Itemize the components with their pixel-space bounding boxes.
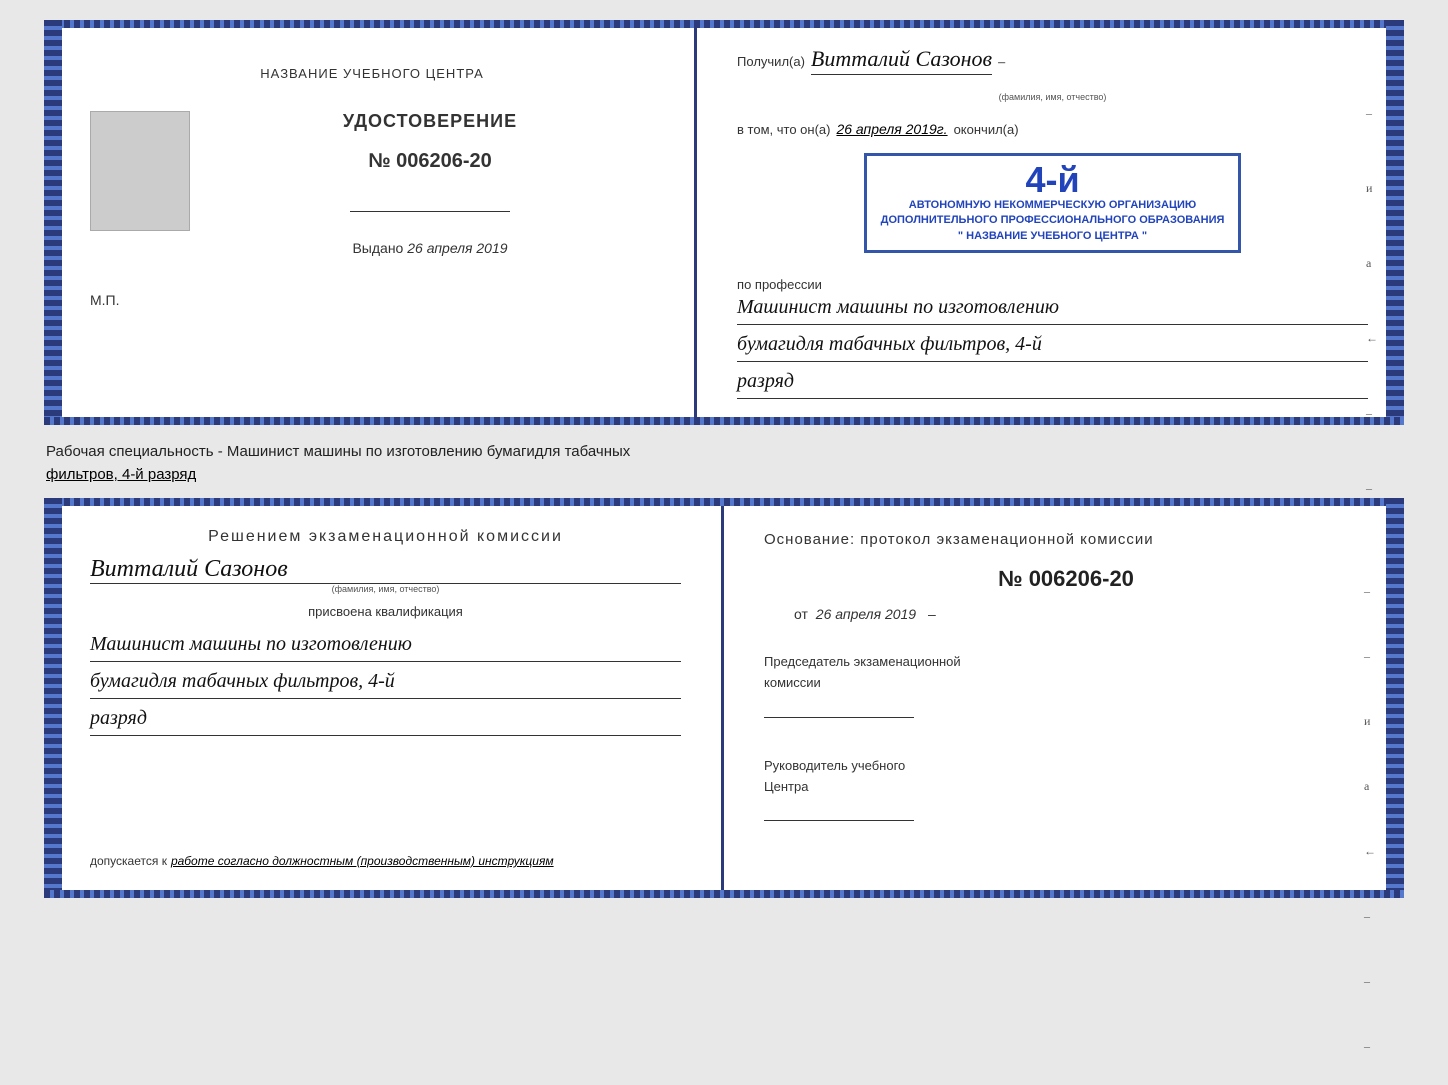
bottom-side-labels: – – и а ← – – – xyxy=(1364,584,1376,1054)
udostoverenie-label: УДОСТОВЕРЕНИЕ xyxy=(343,111,517,132)
po-professii-label: по профессии xyxy=(737,277,1368,292)
resheniem-title: Решением экзаменационной комиссии xyxy=(90,528,681,546)
dopusk-line: допускается к работе согласно должностны… xyxy=(90,854,681,868)
dash1: – xyxy=(998,55,1005,71)
b-dash4: – xyxy=(1364,974,1376,989)
bottom-left-border-bar xyxy=(44,498,62,898)
bottom-recipient-name: Витталий Сазонов xyxy=(90,556,681,584)
bottom-right-border-bar xyxy=(1386,498,1404,898)
diploma-right-panel: Получил(а) Витталий Сазонов – (фамилия, … xyxy=(697,26,1398,419)
osnovanie-text: Основание: протокол экзаменационной коми… xyxy=(764,528,1368,552)
stamp-line3: " НАЗВАНИЕ УЧЕБНОГО ЦЕНТРА " xyxy=(881,229,1225,244)
qual-line2: бумагидля табачных фильтров, 4-й xyxy=(90,666,681,699)
mp-label: М.П. xyxy=(90,292,120,308)
ot-date: 26 апреля 2019 xyxy=(816,606,916,622)
specialty-text: Рабочая специальность - Машинист машины … xyxy=(46,443,630,460)
vydano-date: 26 апреля 2019 xyxy=(407,240,507,256)
rukovoditel-line2: Центра xyxy=(764,777,1368,798)
b-a-label: а xyxy=(1364,779,1376,794)
predsedatel-line1: Председатель экзаменационной xyxy=(764,652,1368,673)
bottom-name-sublabel: (фамилия, имя, отчество) xyxy=(332,584,440,594)
dash-r3: – xyxy=(1366,481,1378,496)
stamp-line1: АВТОНОМНУЮ НЕКОММЕРЧЕСКУЮ ОРГАНИЗАЦИЮ xyxy=(881,198,1225,213)
recipient-name: Витталий Сазонов xyxy=(811,46,992,75)
dopusk-text: работе согласно должностным (производств… xyxy=(171,854,554,868)
center-title: НАЗВАНИЕ УЧЕБНОГО ЦЕНТРА xyxy=(260,66,483,81)
ot-line: от 26 апреля 2019 – xyxy=(764,606,1368,622)
photo-placeholder xyxy=(90,111,190,231)
profession-line1: Машинист машины по изготовлению xyxy=(737,292,1368,325)
bottom-container: Решением экзаменационной комиссии Виттал… xyxy=(44,498,1404,898)
stamp-number: 4-й xyxy=(881,162,1225,198)
b-i-label: и xyxy=(1364,714,1376,729)
b-dash5: – xyxy=(1364,1039,1376,1054)
bottom-number: № 006206-20 xyxy=(764,566,1368,592)
rukovoditel-block: Руководитель учебного Центра xyxy=(764,756,1368,822)
right-border-bar xyxy=(1386,20,1404,425)
udostoverenie-number: № 006206-20 xyxy=(368,150,492,173)
specialty-label-block: Рабочая специальность - Машинист машины … xyxy=(44,435,1404,488)
stamp-area: 4-й АВТОНОМНУЮ НЕКОММЕРЧЕСКУЮ ОРГАНИЗАЦИ… xyxy=(737,153,1368,253)
vtom-section: в том, что он(а) 26 апреля 2019г. окончи… xyxy=(737,121,1368,137)
poluchil-label: Получил(а) xyxy=(737,54,805,69)
vtom-label: в том, что он(а) xyxy=(737,122,830,137)
dash-ot: – xyxy=(928,606,936,622)
qualification-block: Машинист машины по изготовлению бумагидл… xyxy=(90,629,681,736)
predsedatel-block: Председатель экзаменационной комиссии xyxy=(764,652,1368,718)
poluchil-section: Получил(а) Витталий Сазонов – xyxy=(737,46,1368,75)
stamp-box: 4-й АВТОНОМНУЮ НЕКОММЕРЧЕСКУЮ ОРГАНИЗАЦИ… xyxy=(864,153,1242,253)
dopuskaetsya-label: допускается к xyxy=(90,854,167,868)
profession-line2: бумагидля табачных фильтров, 4-й xyxy=(737,329,1368,362)
bottom-left-panel: Решением экзаменационной комиссии Виттал… xyxy=(50,504,724,892)
left-border-bar xyxy=(44,20,62,425)
predsedatel-signature-line xyxy=(764,698,914,718)
bottom-wrapper: Решением экзаменационной комиссии Виттал… xyxy=(44,498,1404,898)
diploma-left-panel: НАЗВАНИЕ УЧЕБНОГО ЦЕНТРА УДОСТОВЕРЕНИЕ №… xyxy=(50,26,697,419)
bottom-name-block: Витталий Сазонов (фамилия, имя, отчество… xyxy=(90,556,681,594)
po-professii-section: по профессии Машинист машины по изготовл… xyxy=(737,277,1368,399)
stamp-line2: ДОПОЛНИТЕЛЬНОГО ПРОФЕССИОНАЛЬНОГО ОБРАЗО… xyxy=(881,213,1225,228)
vtom-date: 26 апреля 2019г. xyxy=(836,121,947,137)
rukovoditel-signature-line xyxy=(764,801,914,821)
ot-label: от xyxy=(794,606,808,622)
dopusk-block: допускается к работе согласно должностны… xyxy=(90,834,681,868)
diploma-top-wrapper: НАЗВАНИЕ УЧЕБНОГО ЦЕНТРА УДОСТОВЕРЕНИЕ №… xyxy=(44,20,1404,425)
a-label: а xyxy=(1366,256,1378,271)
qual-line1: Машинист машины по изготовлению xyxy=(90,629,681,662)
dash-r1: – xyxy=(1366,106,1378,121)
b-arrow: ← xyxy=(1364,844,1376,859)
bottom-right-panel: Основание: протокол экзаменационной коми… xyxy=(724,504,1398,892)
vydano-line: Выдано 26 апреля 2019 xyxy=(352,240,507,256)
name-sublabel: (фамилия, имя, отчество) xyxy=(737,87,1368,105)
arrow-label: ← xyxy=(1366,331,1378,346)
diploma-top: НАЗВАНИЕ УЧЕБНОГО ЦЕНТРА УДОСТОВЕРЕНИЕ №… xyxy=(44,20,1404,425)
okonchil-label: окончил(а) xyxy=(954,122,1019,137)
b-dash1: – xyxy=(1364,584,1376,599)
dash-r2: – xyxy=(1366,406,1378,421)
specialty-underline: фильтров, 4-й разряд xyxy=(46,466,196,483)
b-dash3: – xyxy=(1364,909,1376,924)
b-dash2: – xyxy=(1364,649,1376,664)
qual-line3: разряд xyxy=(90,703,681,736)
profession-line3: разряд xyxy=(737,366,1368,399)
prisvoena-label: присвоена квалификация xyxy=(90,604,681,619)
rukovoditel-line1: Руководитель учебного xyxy=(764,756,1368,777)
predsedatel-line2: комиссии xyxy=(764,673,1368,694)
i-label: и xyxy=(1366,181,1378,196)
vydano-label: Выдано xyxy=(352,240,403,256)
